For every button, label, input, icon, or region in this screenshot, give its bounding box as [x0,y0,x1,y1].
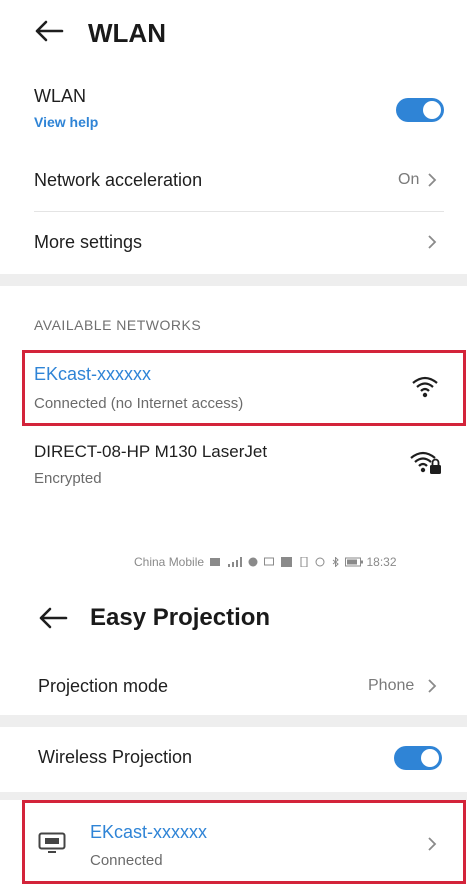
view-help-link[interactable]: View help [34,114,98,130]
wlan-toggle[interactable] [396,98,444,122]
carrier-name: China Mobile [134,555,205,569]
projection-mode-value: Phone [368,677,415,694]
nfc-icon [280,556,293,570]
section-separator [0,715,467,727]
network-acceleration-row[interactable]: Network acceleration On [0,150,467,208]
network-name: DIRECT-08-HP M130 LaserJet [34,442,268,461]
wireless-projection-row[interactable]: Wireless Projection [0,730,467,788]
wifi-locked-icon [410,450,442,481]
highlight-box [22,350,466,426]
wireless-projection-label: Wireless Projection [38,747,193,767]
wireless-projection-toggle[interactable] [394,746,442,770]
wlan-toggle-row[interactable]: WLAN View help [0,78,467,140]
projection-mode-label: Projection mode [38,676,169,696]
sim-icon [210,556,221,570]
available-networks-header: AVAILABLE NETWORKS [34,317,202,333]
back-arrow-icon[interactable] [34,20,64,42]
network-acceleration-label: Network acceleration [34,170,203,190]
more-settings-label: More settings [34,232,143,252]
chevron-right-icon [426,233,438,256]
network-status: Encrypted [34,470,102,487]
more-settings-row[interactable]: More settings [0,214,467,272]
projection-mode-row[interactable]: Projection mode Phone [0,660,467,712]
highlight-box [22,800,466,884]
page-title: WLAN [88,18,166,48]
signal-icon [227,556,242,570]
page-title: Easy Projection [90,604,271,631]
message-icon [264,556,275,570]
chevron-right-icon [426,677,438,700]
alarm-icon [315,556,325,570]
bluetooth-icon [332,556,339,570]
section-separator [0,274,467,286]
vibrate-icon [299,556,309,570]
battery-icon [345,556,364,570]
status-time: 18:32 [366,555,397,569]
back-arrow-icon[interactable] [38,607,68,629]
wlan-label: WLAN [34,86,87,106]
chevron-right-icon [426,171,438,194]
status-bar: China Mobile 18:32 [134,555,454,575]
section-separator [0,792,467,800]
notification-icon [248,556,258,570]
network-item-direct-hp[interactable]: DIRECT-08-HP M130 LaserJet Encrypted [0,430,467,498]
network-acceleration-value: On [398,171,420,188]
